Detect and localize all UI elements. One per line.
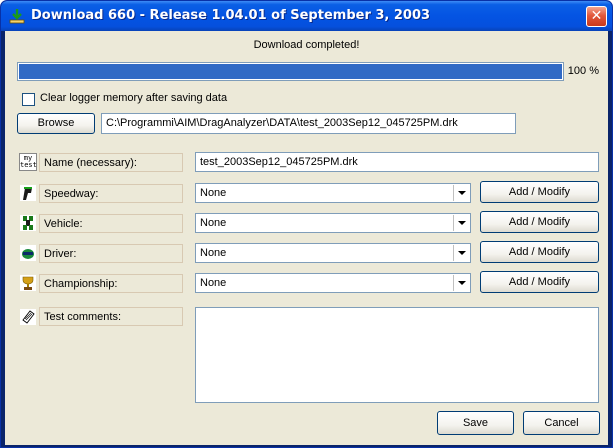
vehicle-label: Vehicle: [39,214,183,233]
speedway-icon [20,185,36,201]
progress-fill [19,64,562,79]
progress-bar [17,62,564,81]
speedway-select[interactable]: None [195,183,471,203]
clear-memory-checkbox[interactable] [22,93,35,106]
vehicle-selected: None [200,217,227,229]
title-bar[interactable]: Download 660 - Release 1.04.01 of Septem… [1,1,612,31]
browse-button[interactable]: Browse [17,113,95,134]
chevron-down-icon[interactable] [453,185,469,201]
driver-label: Driver: [39,244,183,263]
championship-label: Championship: [39,274,183,293]
chevron-down-icon[interactable] [453,245,469,261]
vehicle-add-modify-button[interactable]: Add / Modify [480,211,599,233]
speedway-selected: None [200,187,227,199]
driver-add-modify-button[interactable]: Add / Modify [480,241,599,263]
vehicle-icon [20,215,36,231]
comments-label: Test comments: [39,307,183,326]
driver-select[interactable]: None [195,243,471,263]
name-label: Name (necessary): [39,153,183,172]
chevron-down-icon[interactable] [453,215,469,231]
download-dialog: Download 660 - Release 1.04.01 of Septem… [0,0,613,448]
name-input[interactable]: test_2003Sep12_045725PM.drk [195,152,599,172]
window-title: Download 660 - Release 1.04.01 of Septem… [31,8,431,23]
speedway-label: Speedway: [39,184,183,203]
championship-selected: None [200,277,227,289]
clear-memory-label: Clear logger memory after saving data [40,92,228,104]
championship-add-modify-button[interactable]: Add / Modify [480,271,599,293]
trophy-icon [20,275,36,291]
driver-selected: None [200,247,227,259]
close-button[interactable]: ✕ [586,6,607,27]
download-status: Download completed! [253,39,360,51]
my-test-icon-text: my test [20,154,37,169]
save-path-field[interactable]: C:\Programmi\AIM\DragAnalyzer\DATA\test_… [101,113,516,134]
save-button[interactable]: Save [437,411,514,435]
progress-percent: 100 % [567,65,599,77]
comments-textarea[interactable] [195,307,599,403]
chevron-down-icon[interactable] [453,275,469,291]
cancel-button[interactable]: Cancel [523,411,600,435]
championship-select[interactable]: None [195,273,471,293]
driver-icon [20,245,36,261]
download-app-icon [9,9,25,24]
notepad-icon [20,309,36,325]
my-test-icon: my test [19,153,37,171]
speedway-add-modify-button[interactable]: Add / Modify [480,181,599,203]
vehicle-select[interactable]: None [195,213,471,233]
dialog-body: Download completed! 100 % Clear logger m… [5,31,608,445]
